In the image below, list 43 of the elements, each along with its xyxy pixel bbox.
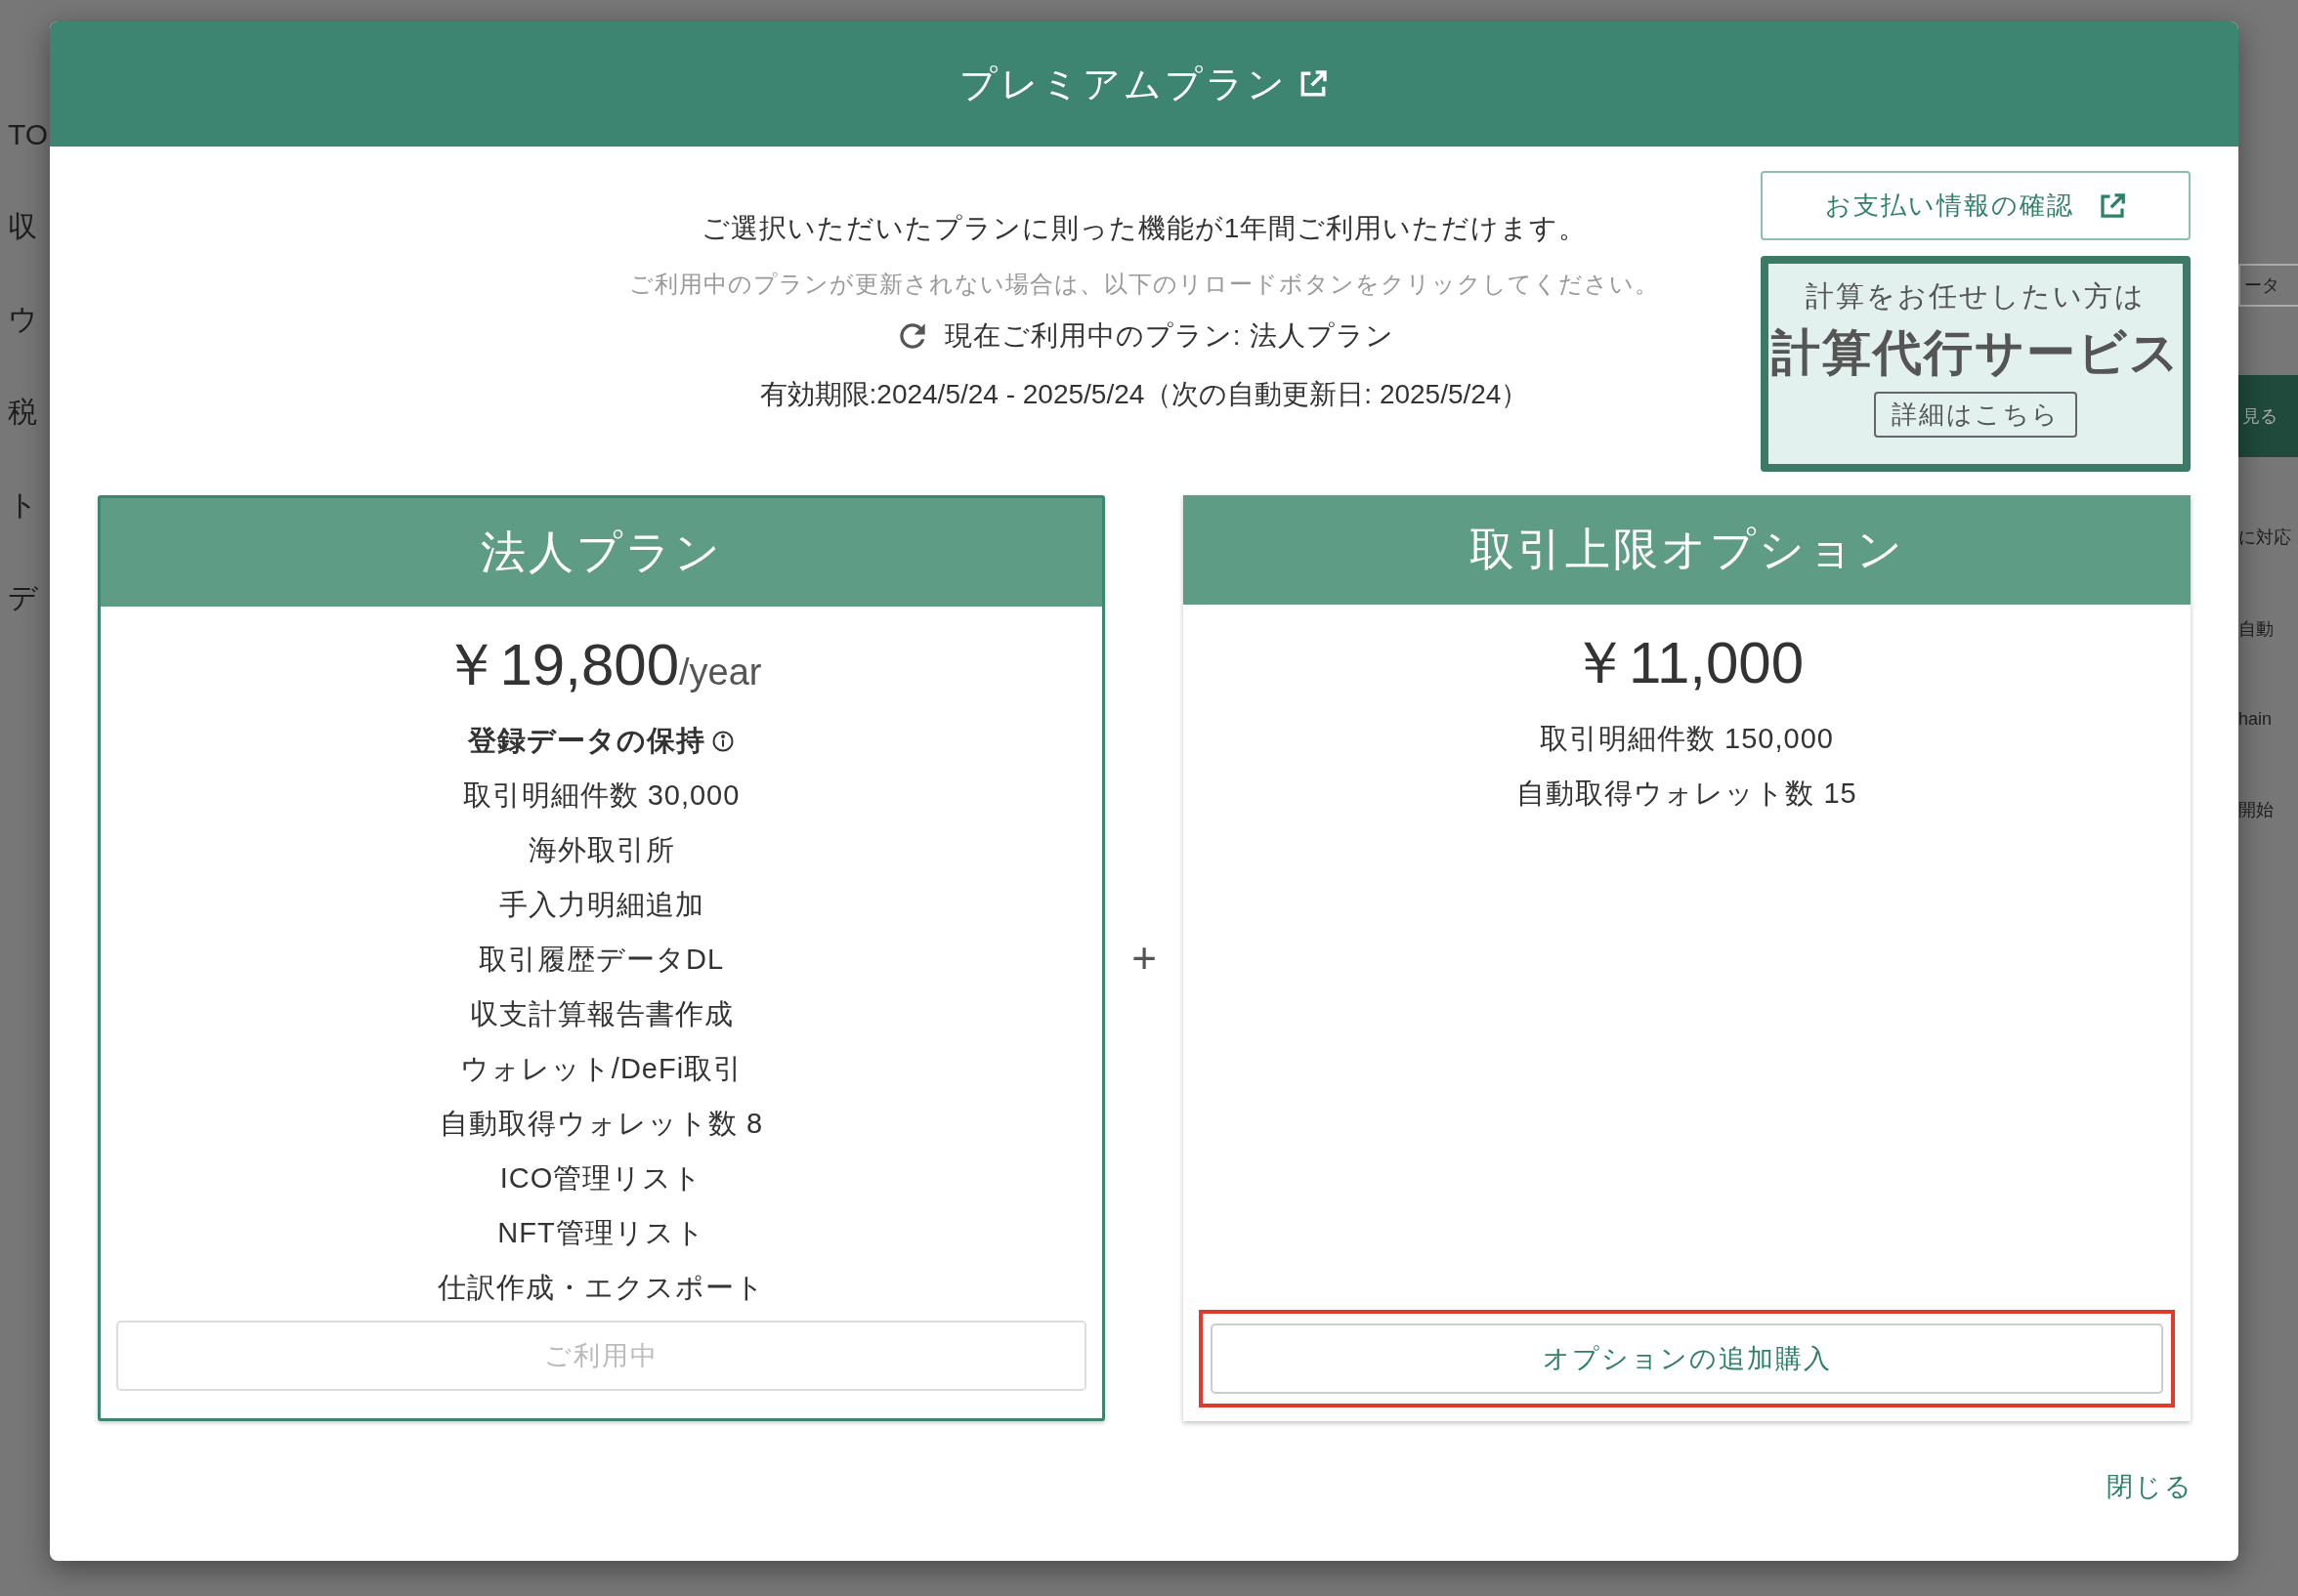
service-banner[interactable]: 計算をお任せしたい方は 計算代行サービス 詳細はこちら: [1761, 256, 2191, 472]
info-icon[interactable]: [711, 729, 735, 753]
feature-text: 取引明細件数 30,000: [462, 778, 741, 813]
sidebar-item[interactable]: 収: [0, 181, 50, 273]
feature-text: 取引履歴データDL: [478, 943, 725, 977]
feature-text: 手入力明細追加: [498, 888, 704, 922]
feature-text: 海外取引所: [528, 833, 675, 867]
close-button[interactable]: 閉じる: [2101, 1467, 2199, 1505]
sidebar-item[interactable]: ト: [0, 459, 50, 552]
intro-text: ご選択いただいたプランに則った機能が1年間ご利用いただけます。: [701, 212, 1588, 245]
page-text: に対応: [2238, 526, 2292, 549]
validity-text: 有効期限:2024/5/24 - 2025/5/24（次の自動更新日: 2025/5/24）: [759, 378, 1529, 411]
sidebar-item[interactable]: ウ: [0, 273, 50, 366]
billing-period: /year: [679, 651, 762, 693]
plan-title: 取引上限オプション: [1183, 495, 2191, 605]
plan-title: 法人プラン: [101, 498, 1102, 607]
banner-lead: 計算をお任せしたい方は: [1806, 279, 2146, 314]
feature-text: 収支計算報告書作成: [469, 997, 734, 1031]
plus-sign: +: [1131, 934, 1157, 983]
feature-text: ICO管理リスト: [499, 1161, 703, 1196]
banner-headline: 計算代行サービス: [1770, 324, 2181, 382]
page-text: hain: [2238, 709, 2274, 730]
details-button[interactable]: 詳細はこちら: [1874, 392, 2077, 438]
current-plan-text: 現在ご利用中のプラン: 法人プラン: [944, 319, 1395, 353]
sidebar-item[interactable]: 税: [0, 366, 50, 459]
price: ￥19,800: [441, 631, 679, 699]
page-text: 開始: [2238, 799, 2275, 821]
feature-heading: 登録データの保持: [468, 724, 705, 758]
feature-text: 自動取得ウォレット数 8: [439, 1107, 764, 1141]
notice-text: ご利用中のプランが更新されない場合は、以下のリロードボタンをクリックしてください。: [629, 270, 1659, 299]
feature-text: ウォレット/DeFi取引: [459, 1052, 744, 1086]
feature-text: 取引明細件数 150,000: [1540, 722, 1834, 756]
feature-text: NFT管理リスト: [497, 1216, 705, 1250]
view-button[interactable]: 見る: [2238, 375, 2298, 457]
modal-title: プレミアムプラン: [959, 62, 1288, 106]
price: ￥11,000: [1569, 629, 1805, 697]
sidebar-item[interactable]: TO: [0, 88, 50, 181]
sidebar-item[interactable]: デ: [0, 552, 50, 645]
page-text: 自動: [2238, 618, 2275, 641]
feature-text: 自動取得ウォレット数 15: [1516, 777, 1857, 811]
payment-info-button[interactable]: お支払い情報の確認: [1761, 171, 2191, 240]
purchase-button[interactable]: オプションの追加購入: [1211, 1323, 2163, 1394]
feature-text: 仕訳作成・エクスポート: [438, 1271, 765, 1305]
